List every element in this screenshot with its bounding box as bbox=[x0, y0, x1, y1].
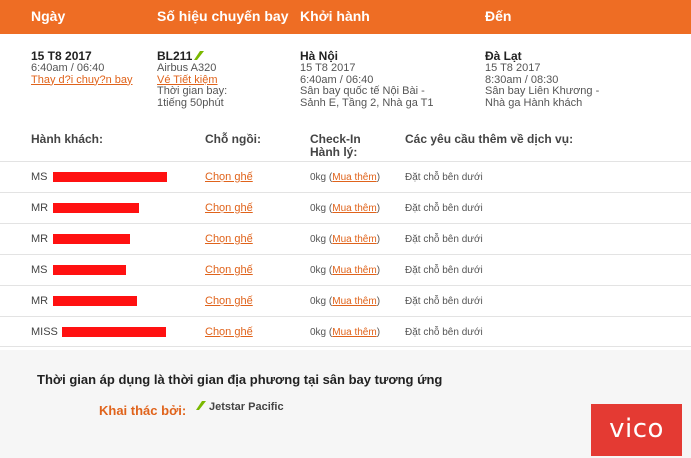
extra-service-status: Đặt chỗ bên dưới bbox=[405, 172, 483, 183]
passenger-title: MR bbox=[31, 295, 49, 307]
passenger-row: MR Chọn ghế 0kg (Mua thêm) Đặt chỗ bên d… bbox=[0, 223, 691, 254]
destination-airport: Sân bay Liên Khương - bbox=[485, 85, 600, 97]
extra-service-status: Đặt chỗ bên dưới bbox=[405, 203, 483, 214]
passenger-title: MR bbox=[31, 233, 49, 245]
flight-details: 15 T8 2017 6:40am / 06:40 Thay d?i chuy?… bbox=[0, 34, 691, 124]
destination-terminal: Nhà ga Hành khách bbox=[485, 96, 583, 109]
passenger-title: MISS bbox=[31, 326, 58, 338]
baggage-column-header: Check-In Hành lý: bbox=[310, 133, 361, 159]
header-departure: Khởi hành bbox=[300, 8, 370, 24]
baggage-allowance: 0kg (Mua thêm) bbox=[310, 234, 381, 245]
extra-service-status: Đặt chỗ bên dưới bbox=[405, 327, 483, 338]
itinerary-header: Ngày Số hiệu chuyến bay Khởi hành Đến bbox=[0, 0, 691, 34]
jetstar-logo-icon bbox=[194, 51, 205, 60]
baggage-allowance: 0kg (Mua thêm) bbox=[310, 327, 381, 338]
operator-name: Jetstar Pacific bbox=[196, 401, 284, 413]
buy-baggage-link[interactable]: Mua thêm bbox=[332, 172, 376, 183]
redacted-name bbox=[62, 327, 166, 337]
baggage-label: Hành lý: bbox=[310, 145, 358, 159]
passenger-title: MR bbox=[31, 202, 49, 214]
origin-date: 15 T8 2017 bbox=[300, 62, 356, 74]
seat-column-header: Chỗ ngồi: bbox=[205, 132, 261, 146]
choose-seat-link[interactable]: Chọn ghế bbox=[205, 264, 253, 276]
flight-number: BL211 bbox=[157, 49, 193, 63]
passenger-column-header: Hành khách: bbox=[31, 132, 104, 146]
redacted-name bbox=[53, 296, 137, 306]
buy-baggage-link[interactable]: Mua thêm bbox=[332, 265, 376, 276]
extra-service-status: Đặt chỗ bên dưới bbox=[405, 296, 483, 307]
passenger-row: MS Chọn ghế 0kg (Mua thêm) Đặt chỗ bên d… bbox=[0, 161, 691, 192]
flight-time: 6:40am / 06:40 bbox=[31, 62, 105, 74]
origin-terminal: Sảnh E, Tầng 2, Nhà ga T1 bbox=[300, 96, 434, 109]
header-date: Ngày bbox=[31, 8, 66, 24]
redacted-name bbox=[53, 172, 167, 182]
choose-seat-link[interactable]: Chọn ghế bbox=[205, 326, 253, 338]
extra-services-column-header: Các yêu cầu thêm về dịch vụ: bbox=[405, 132, 574, 146]
destination-date: 15 T8 2017 bbox=[485, 62, 541, 74]
change-flight-link[interactable]: Thay d?i chuy?n bay bbox=[31, 74, 133, 87]
aircraft-type: Airbus A320 bbox=[157, 62, 217, 74]
buy-baggage-link[interactable]: Mua thêm bbox=[332, 203, 376, 214]
header-arrival: Đến bbox=[485, 8, 512, 24]
redacted-name bbox=[53, 234, 130, 244]
passenger-row: MISS Chọn ghế 0kg (Mua thêm) Đặt chỗ bên… bbox=[0, 316, 691, 347]
passenger-row: MR Chọn ghế 0kg (Mua thêm) Đặt chỗ bên d… bbox=[0, 285, 691, 316]
baggage-allowance: 0kg (Mua thêm) bbox=[310, 265, 381, 276]
choose-seat-link[interactable]: Chọn ghế bbox=[205, 233, 253, 245]
duration-label: Thời gian bay: bbox=[157, 85, 228, 97]
redacted-name bbox=[53, 265, 126, 275]
extra-service-status: Đặt chỗ bên dưới bbox=[405, 234, 483, 245]
baggage-allowance: 0kg (Mua thêm) bbox=[310, 172, 381, 183]
passenger-row: MR Chọn ghế 0kg (Mua thêm) Đặt chỗ bên d… bbox=[0, 192, 691, 223]
passenger-row: MS Chọn ghế 0kg (Mua thêm) Đặt chỗ bên d… bbox=[0, 254, 691, 285]
flight-number-column: BL211 Airbus A320 Vé Tiết kiệm Thời gian… bbox=[157, 50, 227, 109]
redacted-name bbox=[53, 203, 139, 213]
buy-baggage-link[interactable]: Mua thêm bbox=[332, 327, 376, 338]
buy-baggage-link[interactable]: Mua thêm bbox=[332, 234, 376, 245]
arrival-column: Đà Lạt 15 T8 2017 8:30am / 08:30 Sân bay… bbox=[485, 50, 599, 109]
extra-service-status: Đặt chỗ bên dưới bbox=[405, 265, 483, 276]
origin-airport: Sân bay quốc tế Nội Bài - bbox=[300, 85, 425, 97]
passenger-title: MS bbox=[31, 171, 48, 183]
departure-column: Hà Nội 15 T8 2017 6:40am / 06:40 Sân bay… bbox=[300, 50, 434, 109]
choose-seat-link[interactable]: Chọn ghế bbox=[205, 202, 253, 214]
buy-baggage-link[interactable]: Mua thêm bbox=[332, 296, 376, 307]
baggage-allowance: 0kg (Mua thêm) bbox=[310, 296, 381, 307]
jetstar-logo-icon bbox=[196, 401, 206, 410]
choose-seat-link[interactable]: Chọn ghế bbox=[205, 295, 253, 307]
passenger-title: MS bbox=[31, 264, 48, 276]
baggage-allowance: 0kg (Mua thêm) bbox=[310, 203, 381, 214]
choose-seat-link[interactable]: Chọn ghế bbox=[205, 171, 253, 183]
local-time-note: Thời gian áp dụng là thời gian địa phươn… bbox=[37, 372, 443, 387]
brand-logo-text: vico bbox=[609, 414, 664, 444]
vico-logo-icon: vico bbox=[591, 404, 682, 456]
header-flight-number: Số hiệu chuyến bay bbox=[157, 8, 289, 24]
operator-label: Khai thác bởi: bbox=[99, 403, 187, 418]
flight-date-column: 15 T8 2017 6:40am / 06:40 Thay d?i chuy?… bbox=[31, 50, 133, 86]
flight-duration: 1tiếng 50phút bbox=[157, 96, 224, 109]
